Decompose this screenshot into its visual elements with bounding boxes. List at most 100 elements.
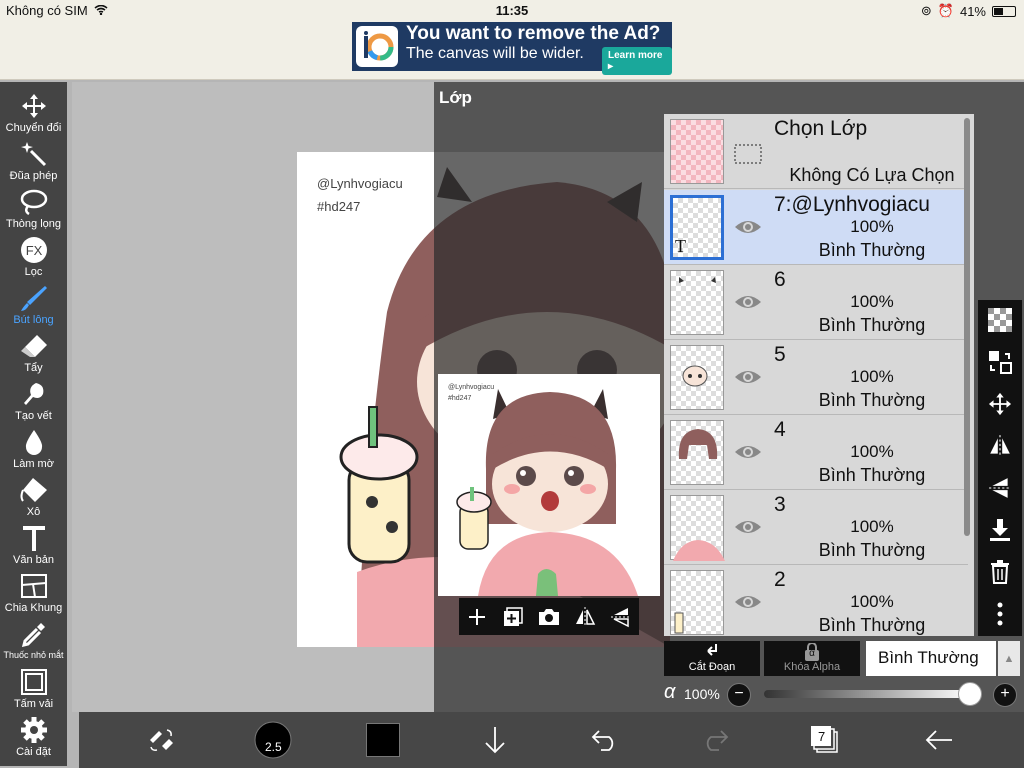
tool-label: Đũa phép — [9, 170, 58, 182]
tool-label: Thuốc nhỏ mắt — [3, 650, 64, 660]
flip-vertical-button[interactable] — [607, 603, 635, 631]
brush-size-button[interactable]: 2.5 — [251, 718, 295, 762]
more-options-button[interactable] — [978, 596, 1022, 632]
redo-button[interactable] — [693, 718, 737, 762]
tool-eyedropper[interactable]: Thuốc nhỏ mắt — [0, 618, 67, 666]
flip-layer-horizontal-button[interactable] — [978, 428, 1022, 464]
opacity-slider[interactable] — [764, 690, 970, 698]
tool-brush[interactable]: Bút lông — [0, 282, 67, 330]
blend-mode-select[interactable]: Bình Thường — [866, 641, 996, 676]
layer-row[interactable]: 5 100% Bình Thường — [664, 340, 968, 415]
opacity-increase-button[interactable]: + — [993, 683, 1017, 707]
layer-row[interactable]: 3 100% Bình Thường — [664, 490, 968, 565]
tool-eraser[interactable]: Tẩy — [0, 330, 67, 378]
ad-banner[interactable]: You want to remove the Ad? The canvas wi… — [352, 22, 672, 75]
visibility-eye-icon[interactable] — [734, 292, 762, 312]
tool-text[interactable]: Văn bản — [0, 522, 67, 570]
tool-frame-divider[interactable]: Chia Khung — [0, 570, 67, 618]
layer-row[interactable]: 4 100% Bình Thường — [664, 415, 968, 490]
camera-button[interactable] — [535, 603, 563, 631]
layer-tools-bar — [978, 300, 1022, 636]
flip-vertical-icon — [611, 607, 631, 627]
layer-row[interactable]: 2 100% Bình Thường — [664, 565, 968, 636]
back-button[interactable] — [917, 718, 961, 762]
selection-marquee-icon — [734, 144, 762, 164]
tool-settings[interactable]: Cài đặt — [0, 714, 67, 762]
transform-layer-button[interactable] — [978, 386, 1022, 422]
visibility-eye-icon[interactable] — [734, 217, 762, 237]
checker-icon — [988, 308, 1012, 332]
duplicate-icon — [504, 606, 523, 626]
layer-name: 2 — [774, 568, 786, 591]
add-layer-button[interactable] — [463, 603, 491, 631]
layers-button[interactable]: 7 — [803, 718, 847, 762]
visibility-eye-icon[interactable] — [734, 367, 762, 387]
preview-toolbar — [459, 598, 639, 635]
learn-more-button[interactable]: Learn more ▸ — [602, 47, 672, 75]
layer-thumbnail — [670, 270, 724, 335]
lasso-icon — [20, 189, 47, 215]
undo-icon — [591, 730, 614, 751]
tool-filter[interactable]: FX Lọc — [0, 234, 67, 282]
layer-blend-mode: Bình Thường — [818, 540, 926, 560]
transparent-bg-button[interactable] — [978, 302, 1022, 338]
canvas-icon — [20, 669, 47, 695]
flip-horizontal-button[interactable] — [571, 603, 599, 631]
smudge-icon — [23, 383, 43, 405]
layer-blend-mode: Bình Thường — [818, 315, 926, 335]
brush-eraser-swap-icon — [150, 729, 173, 751]
tool-blur[interactable]: Làm mờ — [0, 426, 67, 474]
duplicate-layer-button[interactable] — [499, 603, 527, 631]
color-swatch-button[interactable] — [361, 718, 405, 762]
clock: 11:35 — [495, 3, 529, 18]
tool-label: Xô — [26, 506, 41, 518]
redo-icon — [706, 730, 729, 751]
opacity-decrease-button[interactable]: − — [727, 683, 751, 707]
svg-text:FX: FX — [25, 243, 42, 258]
selection-layer-row[interactable]: Chọn Lớp Không Có Lựa Chọn — [664, 114, 968, 189]
clipping-button[interactable]: Cắt Đoạn — [664, 641, 760, 676]
blend-mode-arrow-icon[interactable]: ▲ — [998, 641, 1020, 676]
tool-move[interactable]: Chuyển đổi — [0, 90, 67, 138]
merge-down-button[interactable] — [978, 512, 1022, 548]
merge-down-icon — [990, 519, 1010, 541]
eyedropper-icon — [21, 623, 45, 647]
download-button[interactable] — [473, 718, 517, 762]
layer-list-scrollbar[interactable] — [964, 118, 970, 536]
fx-icon: FX — [20, 237, 47, 263]
battery-percent: 41% — [959, 3, 986, 19]
move-layer-button[interactable] — [978, 344, 1022, 380]
tool-bucket[interactable]: Xô — [0, 474, 67, 522]
visibility-eye-icon[interactable] — [734, 592, 762, 612]
face-thumb — [682, 365, 708, 387]
delete-layer-button[interactable] — [978, 554, 1022, 590]
quick-tool-button[interactable] — [139, 718, 183, 762]
tool-smudge[interactable]: Tạo vết — [0, 378, 67, 426]
layer-list[interactable]: Chọn Lớp Không Có Lựa Chọn T 7:@Lynhvogia… — [664, 114, 974, 636]
tool-label: Bút lông — [13, 314, 54, 326]
ad-band: You want to remove the Ad? The canvas wi… — [0, 22, 1024, 80]
tool-canvas[interactable]: Tấm vải — [0, 666, 67, 714]
frame-divider-icon — [20, 574, 47, 598]
brush-size-value: 2.5 — [265, 740, 282, 754]
alpha-lock-button[interactable]: α Khóa Alpha — [764, 641, 860, 676]
eraser-icon — [20, 335, 47, 357]
alpha-lock-glyph: α — [809, 648, 815, 659]
layer-count: 7 — [818, 729, 826, 744]
undo-button[interactable] — [583, 718, 627, 762]
opacity-slider-knob[interactable] — [958, 682, 982, 706]
layer-name: 7:@Lynhvogiacu — [774, 193, 930, 216]
visibility-eye-icon[interactable] — [734, 442, 762, 462]
layer-row[interactable]: 6 100% Bình Thường — [664, 265, 968, 340]
more-vertical-icon — [997, 602, 1003, 626]
layer-opacity: 100% — [850, 292, 894, 311]
layer-row[interactable]: T 7:@Lynhvogiacu 100% Bình Thường — [664, 190, 968, 265]
layer-blend-mode: Bình Thường — [818, 240, 926, 260]
tool-label: Văn bản — [13, 554, 54, 566]
flip-layer-vertical-button[interactable] — [978, 470, 1022, 506]
tool-magic-wand[interactable]: Đũa phép — [0, 138, 67, 186]
ibis-logo-icon — [356, 26, 398, 67]
tool-lasso[interactable]: Thòng lọng — [0, 186, 67, 234]
arrow-down-icon — [485, 727, 505, 754]
visibility-eye-icon[interactable] — [734, 517, 762, 537]
